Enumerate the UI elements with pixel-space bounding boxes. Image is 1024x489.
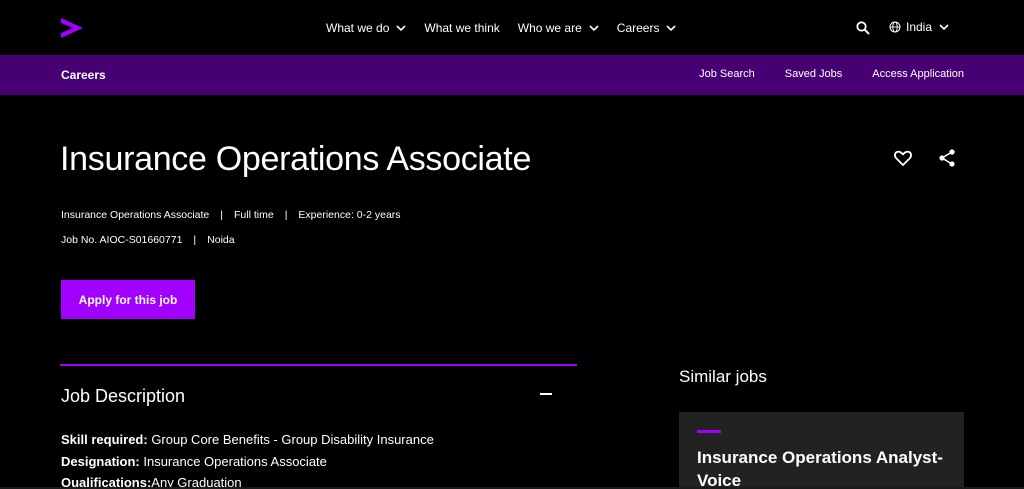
chevron-down-icon — [939, 24, 949, 31]
job-description-body: Skill required: Group Core Benefits - Gr… — [61, 429, 434, 489]
card-accent-bar — [697, 430, 721, 433]
job-title: Insurance Operations Associate — [60, 140, 532, 178]
job-meta-row-2: Job No. AIOC-S01660771 | Noida — [61, 234, 235, 246]
main-nav: What we do What we think Who we are Care… — [326, 20, 694, 36]
designation-line: Designation: Insurance Operations Associ… — [61, 451, 434, 473]
region-selector[interactable]: India — [889, 20, 949, 34]
careers-subnav-bar: Careers Job Search Saved Jobs Access App… — [0, 55, 1024, 95]
separator: | — [284, 209, 288, 221]
careers-link[interactable]: Careers — [61, 68, 106, 82]
chevron-down-icon — [666, 25, 677, 32]
collapse-icon[interactable] — [540, 393, 552, 395]
globe-icon — [889, 21, 901, 33]
line-value: Group Core Benefits - Group Disability I… — [147, 432, 434, 447]
nav-item-what-we-think[interactable]: What we think — [424, 20, 499, 36]
job-meta-row-1: Insurance Operations Associate | Full ti… — [61, 209, 401, 221]
similar-job-title[interactable]: Insurance Operations Analyst-Voice — [697, 446, 947, 489]
nav-item-what-we-do[interactable]: What we do — [326, 20, 406, 36]
top-navigation: What we do What we think Who we are Care… — [0, 0, 1024, 55]
separator: | — [220, 209, 223, 221]
nav-item-label: What we do — [326, 21, 390, 35]
chevron-down-icon — [396, 25, 406, 32]
careers-subnav: Job Search Saved Jobs Access Application — [669, 68, 964, 80]
nav-item-careers[interactable]: Careers — [617, 20, 677, 36]
job-location: Noida — [207, 234, 235, 246]
chevron-down-icon — [589, 25, 599, 32]
apply-button[interactable]: Apply for this job — [61, 280, 195, 319]
job-type: Full time — [234, 209, 274, 221]
job-actions — [893, 148, 981, 168]
accenture-logo-icon[interactable] — [60, 16, 84, 40]
nav-item-label: Who we are — [517, 21, 582, 35]
job-description-heading[interactable]: Job Description — [61, 386, 185, 407]
section-divider — [60, 364, 577, 366]
job-experience: Experience: 0-2 years — [298, 209, 401, 221]
line-value: Insurance Operations Associate — [139, 453, 327, 469]
saved-jobs-link[interactable]: Saved Jobs — [785, 68, 842, 80]
job-number: Job No. AIOC-S01660771 — [61, 234, 183, 246]
similar-job-card[interactable]: Insurance Operations Analyst-Voice — [679, 412, 964, 489]
access-application-link[interactable]: Access Application — [872, 68, 964, 80]
search-icon[interactable] — [856, 21, 870, 35]
line-label: Designation: — [61, 453, 140, 469]
job-role: Insurance Operations Associate — [61, 209, 210, 221]
line-label: Skill required: — [61, 432, 148, 447]
similar-jobs-heading: Similar jobs — [679, 367, 767, 386]
nav-item-label: Careers — [616, 21, 660, 35]
nav-item-label: What we think — [424, 21, 500, 35]
nav-item-who-we-are[interactable]: Who we are — [518, 20, 599, 36]
share-icon[interactable] — [937, 148, 957, 168]
job-search-link[interactable]: Job Search — [699, 68, 755, 80]
region-label: India — [906, 20, 933, 34]
skill-required-line: Skill required: Group Core Benefits - Gr… — [61, 429, 434, 451]
heart-icon[interactable] — [893, 148, 913, 168]
separator: | — [193, 234, 197, 246]
